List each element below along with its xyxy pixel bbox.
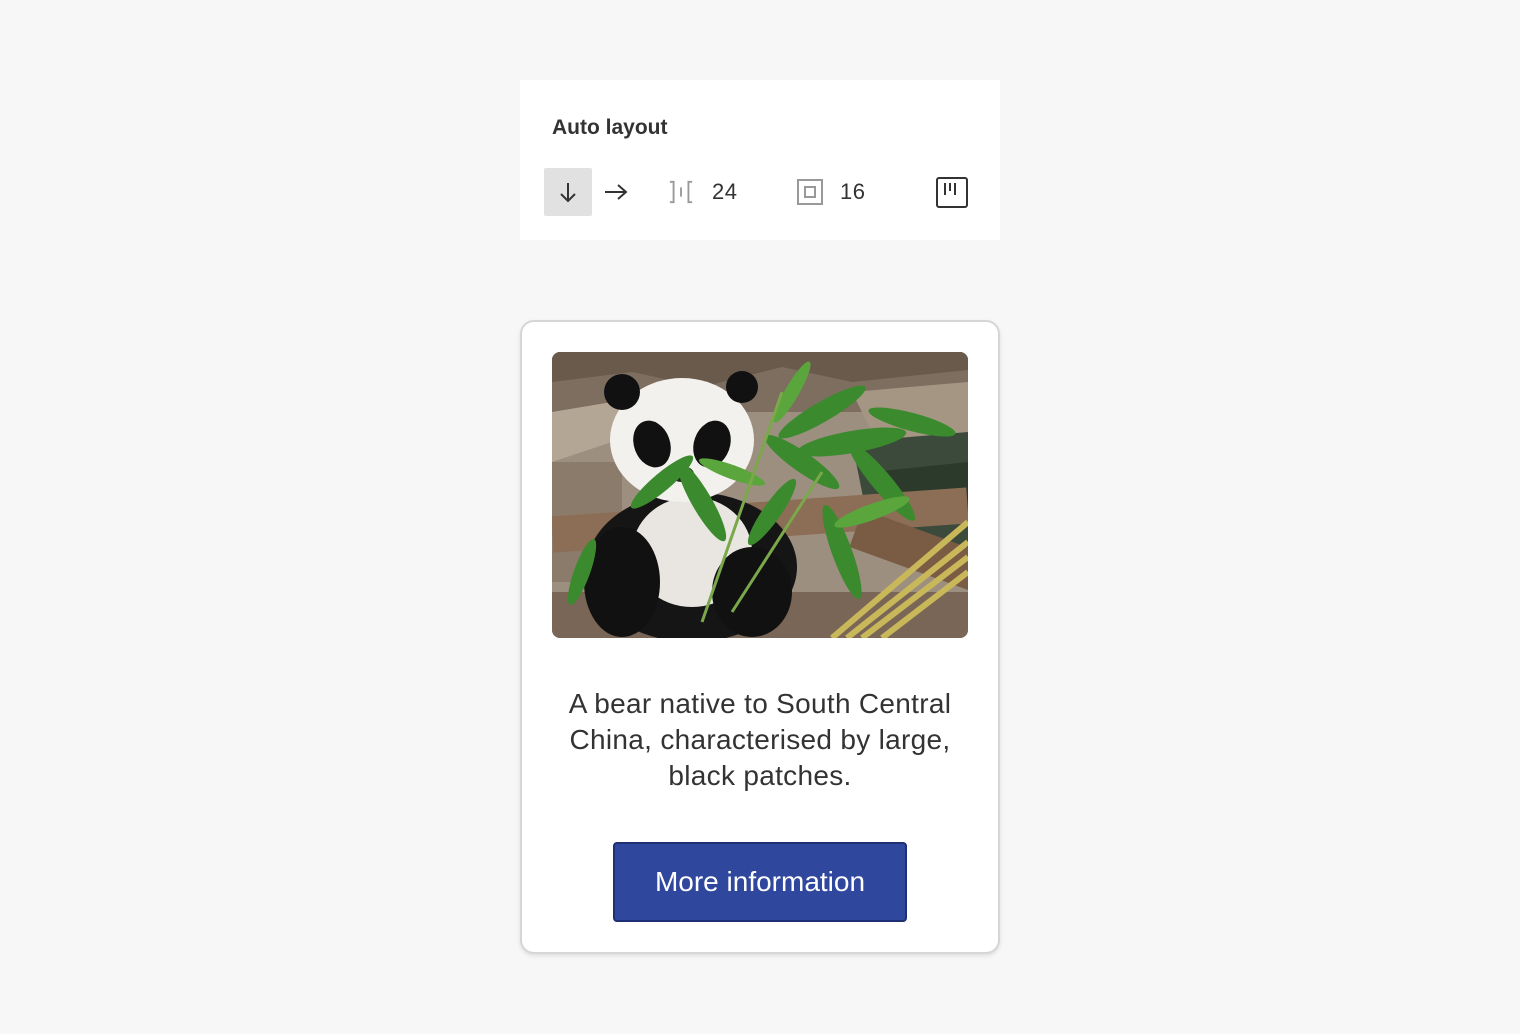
- padding-icon: [797, 179, 823, 205]
- arrow-right-icon: [605, 184, 628, 200]
- item-spacing-icon: [668, 180, 694, 204]
- panel-title: Auto layout: [552, 116, 668, 139]
- panda-image: [552, 352, 968, 638]
- alignment-icon: [944, 183, 956, 195]
- auto-layout-panel: Auto layout 24 16: [520, 80, 1000, 240]
- more-information-button[interactable]: More information: [613, 842, 907, 922]
- vertical-direction-button[interactable]: [544, 168, 592, 216]
- arrow-down-icon: [560, 183, 576, 203]
- alignment-button[interactable]: [936, 177, 968, 208]
- horizontal-direction-button[interactable]: [592, 168, 640, 216]
- card-description: A bear native to South Central China, ch…: [568, 688, 952, 791]
- panda-card: A bear native to South Central China, ch…: [520, 320, 1000, 954]
- item-spacing-value[interactable]: 24: [712, 178, 737, 206]
- padding-value[interactable]: 16: [840, 178, 865, 206]
